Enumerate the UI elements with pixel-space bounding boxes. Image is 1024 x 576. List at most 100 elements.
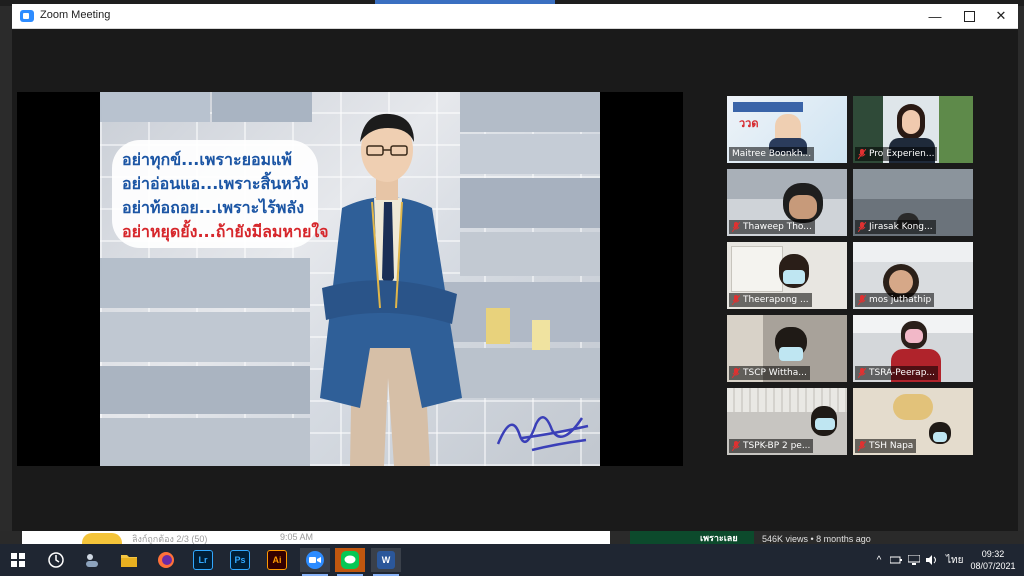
- logo-banner: [733, 102, 803, 112]
- face-mask: [815, 418, 835, 430]
- participant-tile[interactable]: Theerapong ...: [727, 242, 847, 309]
- participant-tile[interactable]: Thaweep Tho...: [727, 169, 847, 236]
- collage-photo-sign: [486, 308, 510, 344]
- photoshop-icon: Ps: [230, 550, 250, 570]
- taskbar-app-lightroom[interactable]: Lr: [191, 548, 215, 572]
- mic-muted-icon: [732, 368, 740, 378]
- task-view-button[interactable]: [44, 548, 68, 572]
- quote-line-2: อย่าอ่อนแอ...เพราะสิ้นหวัง: [122, 174, 309, 193]
- participant-tile[interactable]: TSH Napa: [853, 388, 973, 455]
- face-mask: [779, 347, 803, 361]
- quote-line-3: อย่าท้อถอย...เพราะไร้พลัง: [122, 198, 305, 217]
- taskbar-app-illustrator[interactable]: Ai: [265, 548, 289, 572]
- quote-line-4: อย่าหยุดยั้ง...ถ้ายังมีลมหายใจ: [122, 222, 329, 241]
- plant-background: [939, 96, 973, 163]
- mic-muted-icon: [858, 368, 866, 378]
- collage-photo: [100, 418, 310, 466]
- speaker-portrait: [320, 113, 462, 466]
- taskbar-app-people[interactable]: [80, 548, 104, 572]
- shared-screen[interactable]: อย่าทุกข์...เพราะยอมแพ้ อย่าอ่อนแอ...เพร…: [17, 92, 683, 466]
- tray-overflow-chevron-icon[interactable]: ^: [872, 555, 886, 566]
- participant-name: Pro Experien...: [855, 147, 938, 161]
- collage-photo-sign: [532, 320, 550, 350]
- background-avatar: [82, 533, 122, 544]
- close-icon: ✕: [995, 8, 1007, 23]
- mic-muted-icon: [858, 222, 866, 232]
- zoom-meeting-window: Zoom Meeting — ✕ อย่าทุกข์...เพราะยอมแพ้: [12, 4, 1018, 531]
- face-mask: [905, 329, 923, 343]
- illustrator-icon: Ai: [267, 550, 287, 570]
- video-thumbnail-label: เพราะเลย: [700, 533, 738, 543]
- face-mask: [783, 270, 805, 284]
- line-icon: [341, 551, 359, 569]
- taskbar-app-word[interactable]: W: [371, 548, 401, 576]
- participant-name: TSH Napa: [855, 439, 917, 453]
- minimize-icon: —: [928, 8, 942, 24]
- input-language-indicator[interactable]: ไทย: [946, 553, 963, 568]
- background-page-area: ลิงก์ถูกต้อง 2/3 (50) 9:05 AM: [22, 531, 610, 544]
- participant-name: TSCP Wittha...: [729, 366, 810, 380]
- collage-photo: [440, 282, 600, 342]
- participant-name: Thaweep Tho...: [729, 220, 815, 234]
- participant-name: Maitree Boonkh...: [729, 147, 815, 161]
- background-video-thumbnail[interactable]: เพราะเลย: [630, 531, 754, 544]
- video-views-text: 546K views • 8 months ago: [762, 534, 871, 544]
- collage-photo: [100, 312, 310, 362]
- people-icon: [86, 554, 98, 567]
- mic-muted-icon: [858, 149, 866, 159]
- participant-tile[interactable]: Jirasak Kong...: [853, 169, 973, 236]
- participant-tile[interactable]: TSPK-BP 2 pe...: [727, 388, 847, 455]
- participant-tile[interactable]: Pro Experien...: [853, 96, 973, 163]
- participant-gallery: ววด Maitree Boonkh... Pro Experien... Th…: [727, 96, 979, 461]
- clock-time: 09:32: [981, 549, 1005, 559]
- tile-background: [853, 242, 973, 262]
- mic-muted-icon: [732, 441, 740, 451]
- title-bar[interactable]: Zoom Meeting — ✕: [12, 4, 1018, 29]
- wall-emblem: [893, 394, 933, 420]
- collage-photo: [212, 92, 312, 122]
- network-icon[interactable]: [908, 555, 920, 565]
- participant-name: mos juthathip: [855, 293, 935, 307]
- minimize-button[interactable]: —: [918, 4, 952, 28]
- quote-line-1: อย่าทุกข์...เพราะยอมแพ้: [122, 150, 292, 169]
- battery-icon[interactable]: [890, 555, 902, 565]
- zoom-icon: [306, 551, 324, 569]
- maximize-button[interactable]: [952, 4, 986, 28]
- taskbar-app-firefox[interactable]: [154, 548, 178, 572]
- collage-photo: [100, 258, 310, 308]
- mic-muted-icon: [732, 295, 740, 305]
- participant-face: [789, 195, 817, 219]
- face-mask: [933, 432, 947, 442]
- volume-icon[interactable]: [926, 555, 938, 565]
- whiteboard-background: [731, 246, 783, 292]
- collage-photo: [460, 178, 600, 228]
- collage-photo: [100, 92, 210, 122]
- taskbar-app-photoshop[interactable]: Ps: [228, 548, 252, 572]
- mic-muted-icon: [732, 222, 740, 232]
- background-page-strip: ลิงก์ถูกต้อง 2/3 (50) 9:05 AM เพราะเลย 5…: [0, 531, 1024, 544]
- signature-mark: [496, 416, 589, 452]
- participant-name: Theerapong ...: [729, 293, 812, 307]
- collage-photo: [100, 366, 310, 414]
- zoom-app-icon: [20, 10, 34, 22]
- task-view-icon: [48, 552, 64, 568]
- start-button[interactable]: [6, 548, 30, 572]
- lightroom-icon: Lr: [193, 550, 213, 570]
- taskbar-app-line[interactable]: [335, 548, 365, 576]
- firefox-icon: [158, 552, 174, 568]
- participant-tile[interactable]: TSCP Wittha...: [727, 315, 847, 382]
- collage-photo: [460, 232, 600, 276]
- taskbar-app-zoom[interactable]: [300, 548, 330, 576]
- mic-muted-icon: [858, 295, 866, 305]
- taskbar-clock[interactable]: 09:32 08/07/2021: [968, 548, 1018, 572]
- participant-name: TSPK-BP 2 pe...: [729, 439, 814, 453]
- word-icon: W: [377, 551, 395, 569]
- participant-tile[interactable]: ววด Maitree Boonkh...: [727, 96, 847, 163]
- mic-muted-icon: [858, 441, 866, 451]
- clock-date: 08/07/2021: [970, 561, 1016, 571]
- participant-tile[interactable]: mos juthathip: [853, 242, 973, 309]
- participant-tile[interactable]: TSRA-Peerap...: [853, 315, 973, 382]
- taskbar-app-explorer[interactable]: [117, 548, 141, 572]
- logo-mark: ววด: [739, 118, 759, 130]
- close-button[interactable]: ✕: [984, 4, 1018, 28]
